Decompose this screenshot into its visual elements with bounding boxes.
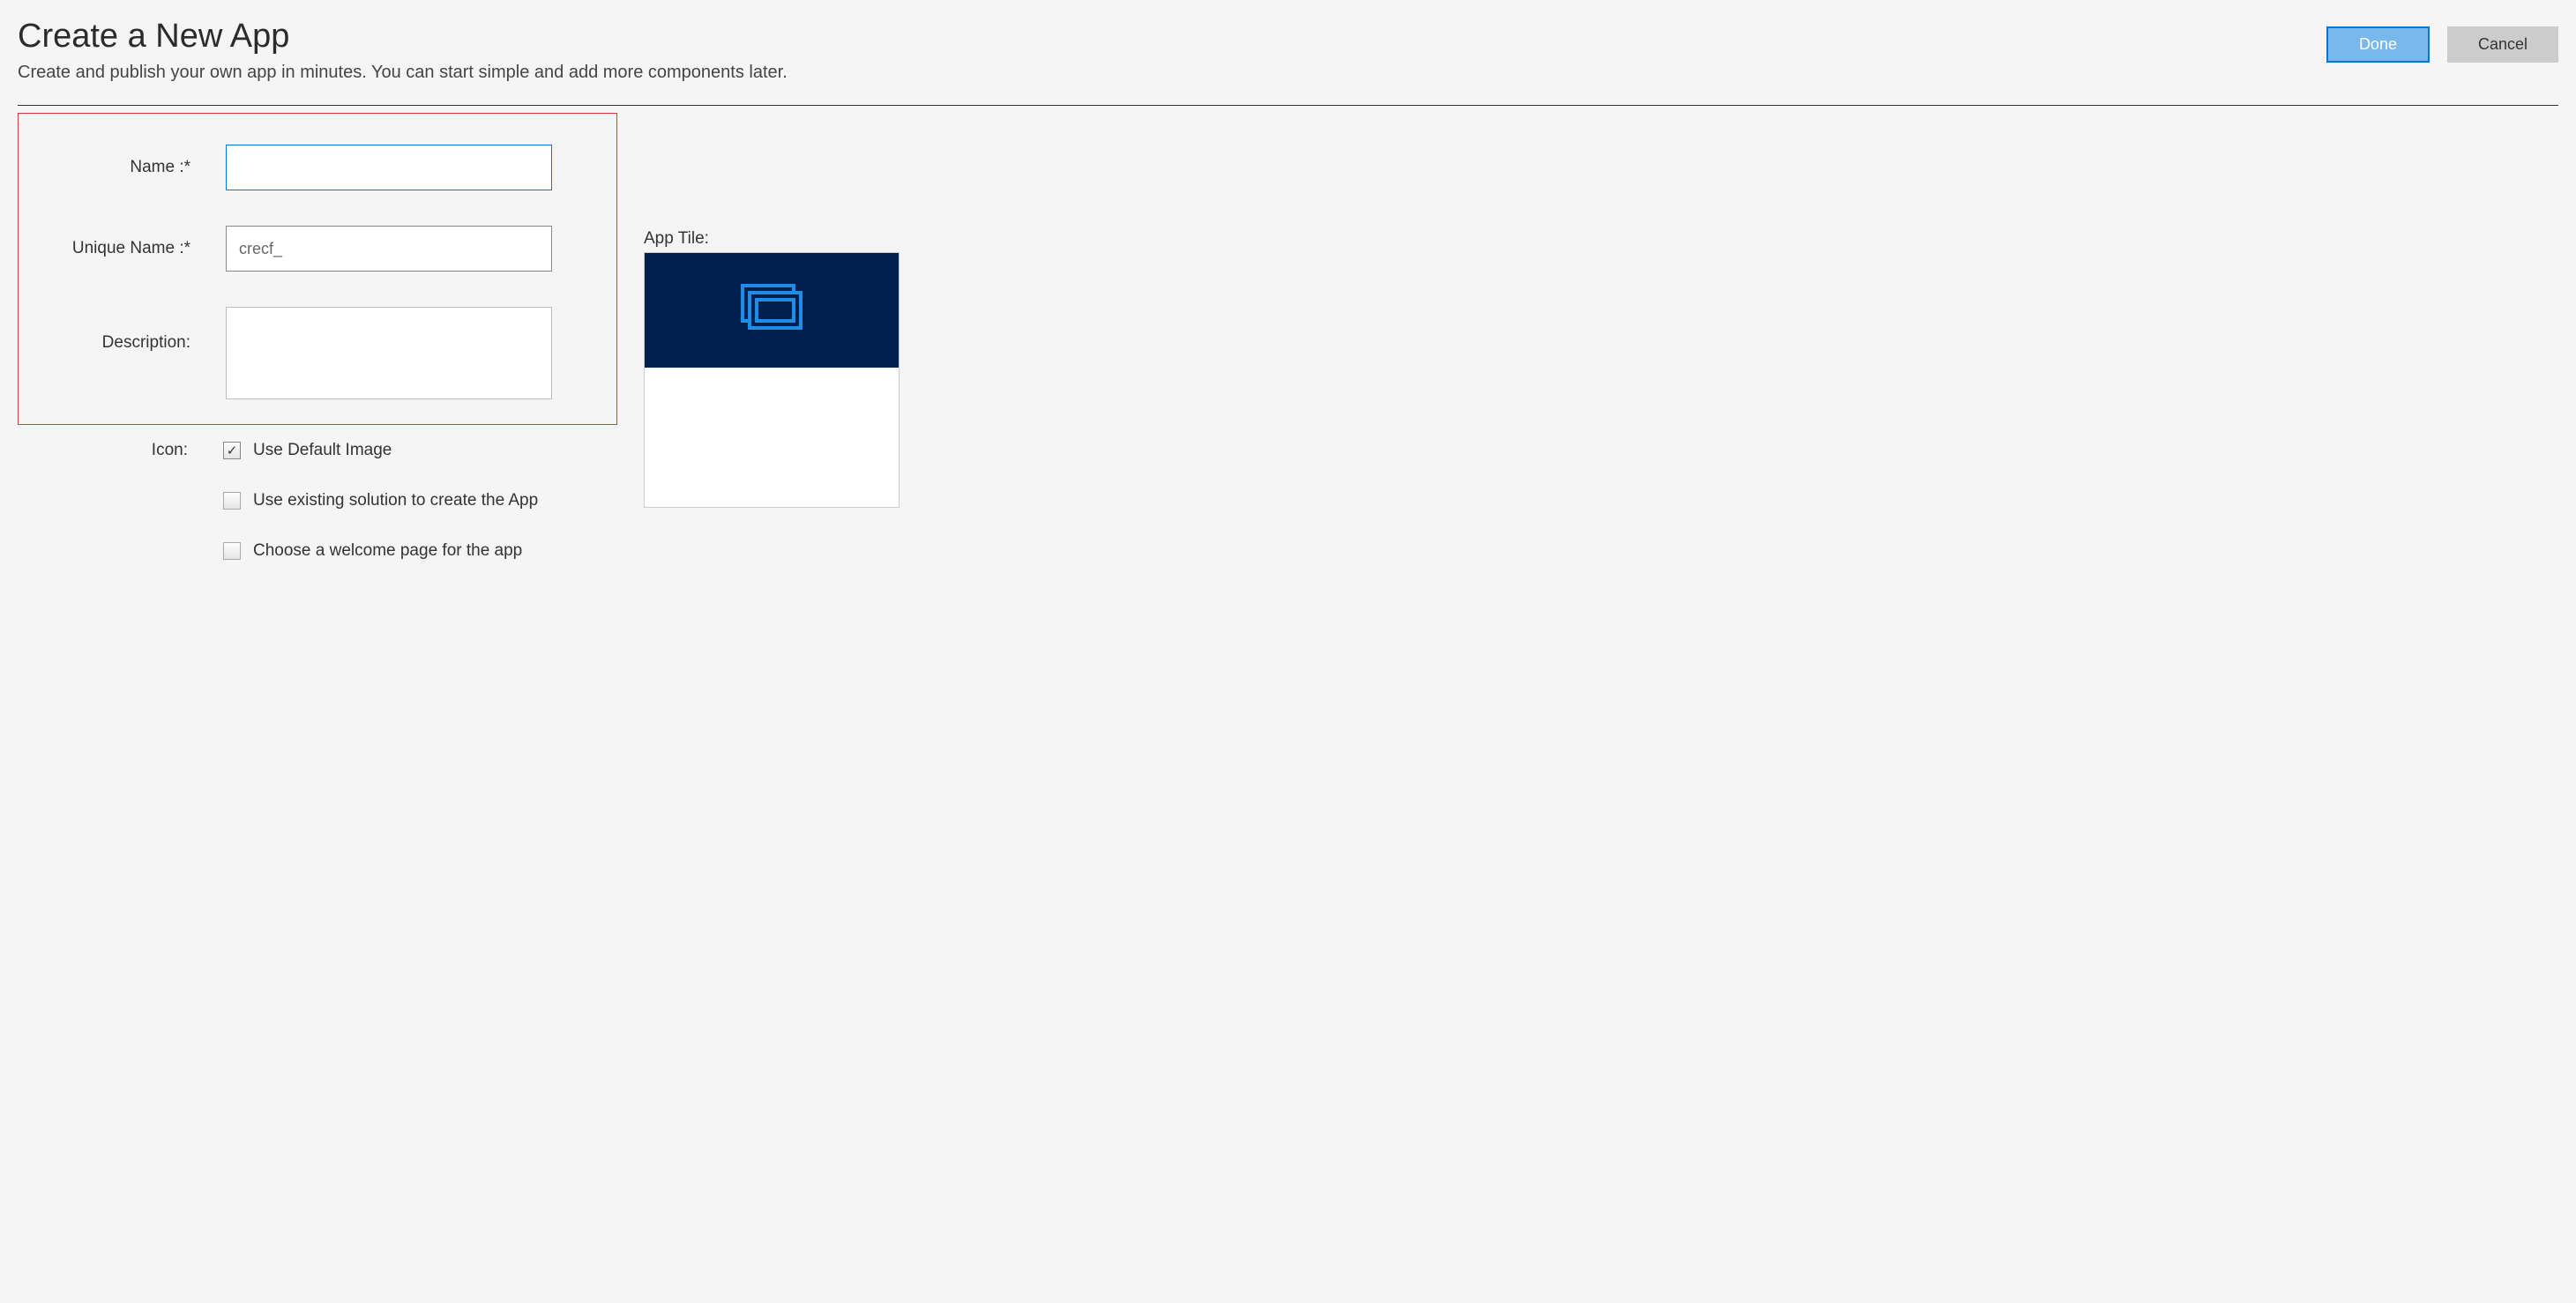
app-tile-icon [737, 282, 806, 339]
unique-name-label: Unique Name :* [49, 239, 226, 258]
name-label: Name :* [49, 158, 226, 177]
dialog-header: Create a New App Create and publish your… [18, 18, 2558, 106]
form-column: Name :* Unique Name :* Description: Icon… [18, 106, 617, 592]
page-title: Create a New App [18, 18, 2326, 56]
icon-row: Icon: ✓ Use Default Image [47, 441, 617, 460]
description-label: Description: [49, 307, 226, 353]
icon-label: Icon: [47, 441, 223, 460]
cancel-button[interactable]: Cancel [2447, 26, 2558, 63]
name-row: Name :* [49, 145, 586, 190]
description-row: Description: [49, 307, 586, 399]
app-tile-label: App Tile: [644, 229, 900, 249]
app-tile-preview [644, 252, 900, 508]
unique-name-input[interactable] [226, 226, 552, 272]
page-subtitle: Create and publish your own app in minut… [18, 63, 2326, 83]
use-default-image-label: Use Default Image [253, 441, 392, 460]
use-existing-solution-checkbox[interactable] [223, 492, 241, 510]
unique-name-row: Unique Name :* [49, 226, 586, 272]
app-tile-section: App Tile: [644, 229, 900, 592]
use-existing-solution-label: Use existing solution to create the App [253, 491, 538, 510]
use-default-image-option: ✓ Use Default Image [223, 441, 392, 460]
choose-welcome-checkbox[interactable] [223, 542, 241, 560]
use-default-image-checkbox[interactable]: ✓ [223, 442, 241, 459]
done-button[interactable]: Done [2326, 26, 2430, 63]
choose-welcome-label: Choose a welcome page for the app [253, 541, 522, 561]
welcome-page-row: Choose a welcome page for the app [47, 541, 617, 561]
choose-welcome-option: Choose a welcome page for the app [223, 541, 522, 561]
use-existing-solution-option: Use existing solution to create the App [223, 491, 538, 510]
content-area: Name :* Unique Name :* Description: Icon… [18, 106, 2558, 592]
required-fields-box: Name :* Unique Name :* Description: [18, 113, 617, 425]
header-text-block: Create a New App Create and publish your… [18, 18, 2326, 83]
name-input[interactable] [226, 145, 552, 190]
header-button-group: Done Cancel [2326, 26, 2558, 63]
existing-solution-row: Use existing solution to create the App [47, 491, 617, 510]
options-section: Icon: ✓ Use Default Image Use existing s… [18, 441, 617, 592]
app-tile-header [645, 253, 899, 368]
description-input[interactable] [226, 307, 552, 399]
